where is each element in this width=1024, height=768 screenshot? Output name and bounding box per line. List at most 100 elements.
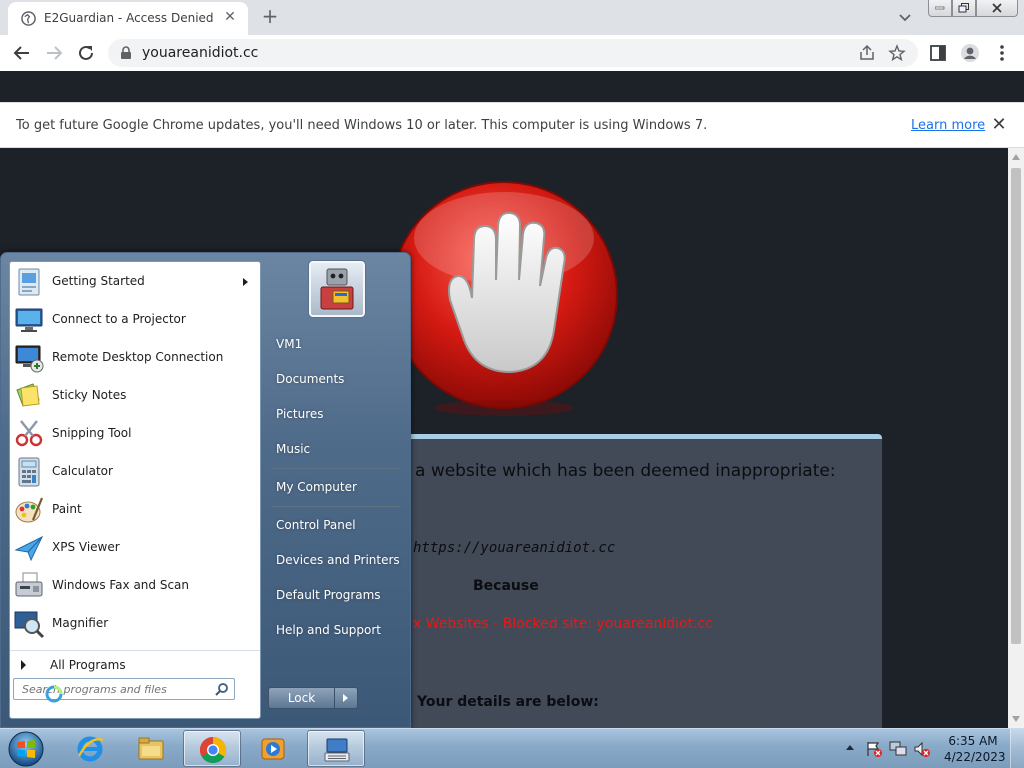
- side-panel-icon[interactable]: [928, 43, 948, 63]
- user-picture[interactable]: [308, 260, 366, 318]
- clock-time: 6:35 AM: [948, 734, 998, 748]
- devices-printers-link[interactable]: Devices and Printers: [276, 553, 400, 567]
- lock-button-group: Lock: [268, 687, 358, 709]
- program-paint[interactable]: Paint: [10, 492, 260, 528]
- page-scrollbar[interactable]: [1008, 148, 1024, 728]
- close-infobar-icon[interactable]: ✕: [990, 116, 1008, 134]
- busy-cursor-icon: [45, 685, 63, 703]
- remote-desktop-icon: [15, 345, 44, 373]
- address-bar[interactable]: youareanidiot.cc: [108, 39, 918, 67]
- music-link[interactable]: Music: [276, 442, 310, 456]
- program-magnifier[interactable]: Magnifier: [10, 606, 260, 642]
- program-getting-started[interactable]: Getting Started: [10, 264, 260, 300]
- reload-icon[interactable]: [76, 43, 96, 63]
- my-computer-link[interactable]: My Computer: [276, 480, 357, 494]
- tab-search-chevron-icon[interactable]: [896, 8, 914, 26]
- program-list: Getting Started Connect to a Projector R…: [9, 261, 261, 719]
- program-label: Paint: [52, 502, 82, 516]
- lock-button[interactable]: Lock: [268, 687, 335, 709]
- action-center-flag-icon[interactable]: [865, 740, 883, 758]
- program-remote-desktop[interactable]: Remote Desktop Connection: [10, 340, 260, 376]
- control-panel-link[interactable]: Control Panel: [276, 518, 356, 532]
- restore-button[interactable]: [952, 0, 976, 17]
- stop-hand-icon: [390, 181, 618, 416]
- robot-avatar-icon: [320, 268, 354, 310]
- shutdown-options-arrow-icon[interactable]: [335, 687, 358, 709]
- scroll-down-arrow-icon[interactable]: [1012, 716, 1020, 722]
- close-tab-icon[interactable]: ✕: [222, 9, 238, 25]
- scroll-thumb[interactable]: [1011, 168, 1021, 644]
- pictures-link[interactable]: Pictures: [276, 407, 324, 421]
- close-icon: [992, 3, 1002, 13]
- clock-date: 4/22/2023: [944, 750, 1006, 764]
- program-calculator[interactable]: Calculator: [10, 454, 260, 490]
- internet-explorer-icon: [77, 736, 104, 762]
- restore-icon: [958, 3, 969, 13]
- program-connect-projector[interactable]: Connect to a Projector: [10, 302, 260, 338]
- projector-icon: [15, 308, 43, 332]
- new-tab-button[interactable]: +: [258, 4, 282, 28]
- close-window-button[interactable]: [976, 0, 1018, 17]
- taskbar-chrome[interactable]: [183, 730, 241, 767]
- program-label: Windows Fax and Scan: [52, 578, 190, 592]
- learn-more-link[interactable]: Learn more: [911, 118, 985, 133]
- default-programs-link[interactable]: Default Programs: [276, 588, 381, 602]
- infobar-message: To get future Google Chrome updates, you…: [16, 118, 708, 133]
- network-icon[interactable]: [889, 740, 907, 758]
- show-desktop-button[interactable]: [1010, 729, 1024, 768]
- getting-started-icon: [18, 268, 40, 296]
- sticky-notes-icon: [16, 383, 40, 407]
- explorer-icon: [138, 737, 164, 760]
- documents-link[interactable]: Documents: [276, 372, 344, 386]
- taskbar-on-screen-keyboard[interactable]: [307, 730, 365, 767]
- taskbar-explorer[interactable]: [122, 730, 180, 767]
- scroll-up-arrow-icon[interactable]: [1012, 154, 1020, 160]
- search-icon[interactable]: [215, 682, 229, 696]
- xps-viewer-icon: [14, 535, 44, 562]
- volume-muted-icon[interactable]: [913, 740, 931, 758]
- system-tray: 6:35 AM 4/22/2023: [840, 729, 1024, 768]
- lock-icon[interactable]: [120, 46, 132, 60]
- browser-tab[interactable]: E2Guardian - Access Denied ✕: [8, 2, 248, 35]
- minimize-button[interactable]: [928, 0, 952, 17]
- profile-avatar-icon[interactable]: [960, 43, 980, 63]
- program-label: Sticky Notes: [52, 388, 127, 402]
- taskbar: 6:35 AM 4/22/2023: [0, 728, 1024, 768]
- program-label: Remote Desktop Connection: [52, 350, 224, 364]
- user-name-link[interactable]: VM1: [276, 337, 302, 351]
- taskbar-internet-explorer[interactable]: [61, 730, 119, 767]
- blocked-url: https://youareanidiot.cc: [413, 540, 616, 556]
- program-label: Snipping Tool: [52, 426, 132, 440]
- show-hidden-icons-arrow-icon[interactable]: [846, 745, 854, 750]
- all-programs-button[interactable]: All Programs: [10, 650, 260, 678]
- program-xps-viewer[interactable]: XPS Viewer: [10, 530, 260, 566]
- block-reason: x Websites - Blocked site: youareanidiot…: [413, 616, 713, 632]
- update-infobar: To get future Google Chrome updates, you…: [0, 102, 1024, 148]
- because-label: Because: [473, 578, 539, 594]
- program-sticky-notes[interactable]: Sticky Notes: [10, 378, 260, 414]
- forward-arrow-icon[interactable]: [44, 43, 64, 63]
- program-label: Calculator: [52, 464, 113, 478]
- all-programs-arrow-icon: [21, 660, 26, 670]
- back-arrow-icon[interactable]: [12, 43, 32, 63]
- taskbar-media-player[interactable]: [244, 730, 302, 767]
- browser-toolbar: youareanidiot.cc: [0, 35, 1024, 71]
- help-support-link[interactable]: Help and Support: [276, 623, 381, 637]
- share-icon[interactable]: [858, 44, 876, 62]
- menu-dots-icon[interactable]: [992, 43, 1012, 63]
- bookmark-star-icon[interactable]: [888, 44, 906, 62]
- tab-strip: E2Guardian - Access Denied ✕ +: [0, 0, 1024, 35]
- chrome-icon: [199, 736, 227, 764]
- program-label: XPS Viewer: [52, 540, 120, 554]
- keyboard-icon: [324, 738, 350, 762]
- clock[interactable]: 6:35 AM 4/22/2023: [944, 733, 1006, 765]
- url-text[interactable]: youareanidiot.cc: [142, 45, 258, 61]
- all-programs-label: All Programs: [50, 658, 126, 672]
- page-heading: a website which has been deemed inapprop…: [415, 461, 836, 481]
- start-menu: Getting Started Connect to a Projector R…: [0, 252, 411, 728]
- start-button-icon[interactable]: [6, 730, 46, 768]
- program-fax-scan[interactable]: Windows Fax and Scan: [10, 568, 260, 604]
- program-snipping-tool[interactable]: Snipping Tool: [10, 416, 260, 452]
- menu-separator: [271, 506, 401, 507]
- details-heading: Your details are below:: [417, 694, 599, 710]
